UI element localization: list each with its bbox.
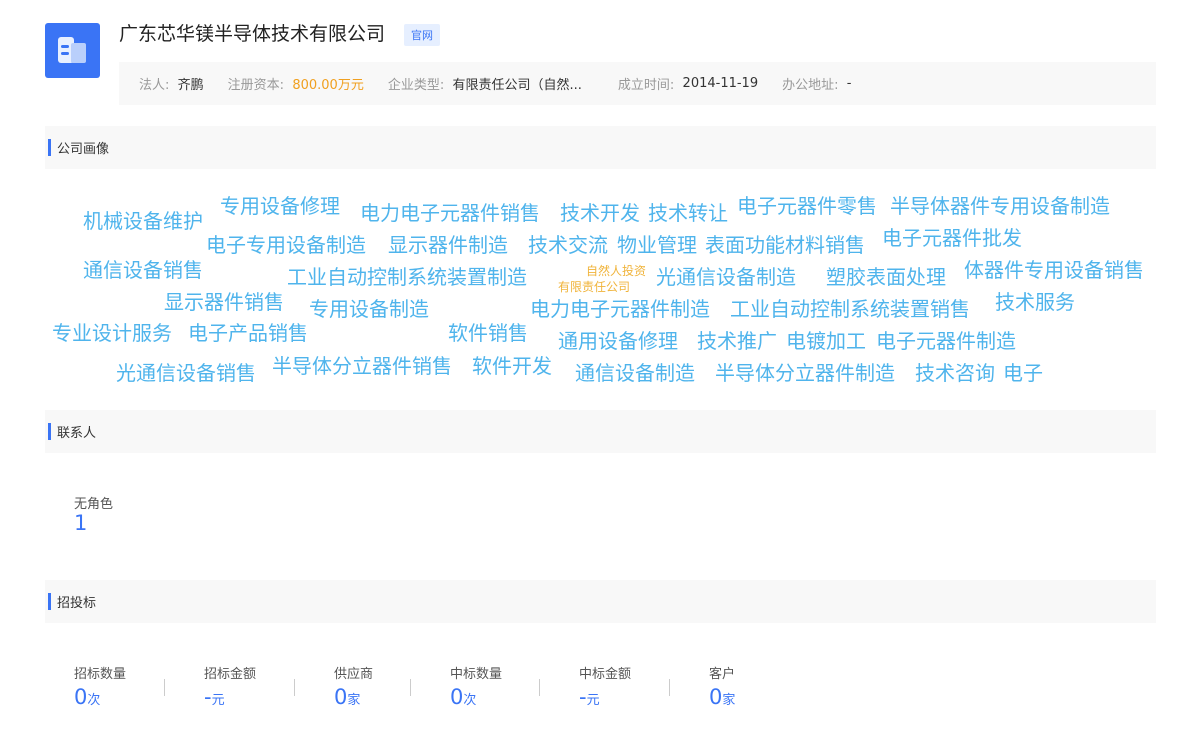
word-cloud-tag[interactable]: 软件开发 [472, 356, 552, 376]
stat-unit: 次 [463, 693, 477, 708]
word-cloud-tag[interactable]: 软件销售 [448, 323, 528, 343]
section-accent [48, 423, 51, 440]
word-cloud-tag[interactable]: 专用设备制造 [309, 299, 429, 319]
word-cloud-tag[interactable]: 专业设计服务 [52, 323, 172, 343]
stat-label: 招标金额 [204, 667, 257, 682]
bidding-stats: 招标数量 0次 招标金额 -元 供应商 0家 中标数量 0次 中标金额 -元 客… [74, 663, 1074, 713]
stat-suppliers[interactable]: 供应商 0家 [334, 663, 373, 709]
stat-divider [164, 679, 165, 696]
word-cloud-tag[interactable]: 自然人投资 [586, 265, 646, 277]
stat-divider [669, 679, 670, 696]
contact-role-count[interactable]: 1 [74, 511, 87, 535]
stat-value: 0 [709, 685, 723, 709]
word-cloud-tag[interactable]: 表面功能材料销售 [705, 235, 865, 255]
capital-label: 注册资本: [227, 78, 285, 93]
stat-bid-count[interactable]: 招标数量 0次 [74, 663, 126, 709]
founded-label: 成立时间: [617, 78, 675, 93]
word-cloud-tag[interactable]: 工业自动控制系统装置制造 [287, 267, 527, 287]
word-cloud-tag[interactable]: 光通信设备销售 [116, 363, 256, 383]
stat-label: 供应商 [334, 667, 374, 682]
word-cloud-tag[interactable]: 技术服务 [995, 292, 1075, 312]
company-header: 广东芯华镁半导体技术有限公司 官网 法人: 齐鹏 注册资本: 800.00万元 … [45, 18, 1156, 108]
section-bidding: 招投标 [45, 580, 1156, 623]
section-title: 联系人 [57, 426, 97, 441]
company-type-value: 有限责任公司（自然... [452, 78, 582, 93]
word-cloud-tag[interactable]: 技术推广 [697, 331, 777, 351]
word-cloud-tag[interactable]: 电镀加工 [786, 331, 866, 351]
stat-unit: 家 [722, 693, 736, 708]
stat-win-amount[interactable]: 中标金额 -元 [579, 663, 631, 709]
word-cloud-tag[interactable]: 工业自动控制系统装置销售 [730, 299, 970, 319]
word-cloud-tag[interactable]: 半导体分立器件制造 [715, 363, 895, 383]
contact-role-label: 无角色 [74, 497, 114, 512]
word-cloud-tag[interactable]: 电子元器件制造 [876, 331, 1016, 351]
word-cloud-tag[interactable]: 物业管理 [617, 235, 697, 255]
stat-label: 客户 [709, 667, 736, 682]
company-info-bar: 法人: 齐鹏 注册资本: 800.00万元 企业类型: 有限责任公司（自然...… [119, 62, 1156, 105]
word-cloud-tag[interactable]: 电子专用设备制造 [206, 235, 366, 255]
stat-value: 0 [74, 685, 88, 709]
word-cloud-tag[interactable]: 显示器件销售 [164, 292, 284, 312]
word-cloud-tag[interactable]: 技术交流 [528, 235, 608, 255]
word-cloud-tag[interactable]: 通信设备制造 [575, 363, 695, 383]
stat-bid-amount[interactable]: 招标金额 -元 [204, 663, 256, 709]
word-cloud-tag[interactable]: 通用设备修理 [558, 331, 678, 351]
word-cloud-tag[interactable]: 电子元器件批发 [882, 228, 1022, 248]
stat-label: 招标数量 [74, 667, 127, 682]
section-accent [48, 139, 51, 156]
word-cloud-tag[interactable]: 机械设备维护 [83, 211, 203, 231]
word-cloud-tag[interactable]: 技术开发 [560, 203, 640, 223]
word-cloud-tag[interactable]: 电子产品销售 [188, 323, 308, 343]
word-cloud-tag[interactable]: 半导体分立器件销售 [272, 356, 452, 376]
capital-value: 800.00万元 [292, 78, 364, 93]
stat-unit: 元 [211, 693, 225, 708]
company-name: 广东芯华镁半导体技术有限公司 [119, 23, 386, 45]
word-cloud-tag[interactable]: 体器件专用设备销售 [964, 260, 1144, 280]
stat-divider [539, 679, 540, 696]
word-cloud-tag[interactable]: 塑胶表面处理 [826, 267, 946, 287]
word-cloud-tag[interactable]: 电力电子元器件销售 [360, 203, 540, 223]
word-cloud-tag[interactable]: 通信设备销售 [83, 260, 203, 280]
word-cloud-tag[interactable]: 光通信设备制造 [656, 267, 796, 287]
word-cloud-tag[interactable]: 技术咨询 [915, 363, 995, 383]
stat-divider [294, 679, 295, 696]
section-title: 公司画像 [57, 142, 110, 157]
section-title: 招投标 [57, 596, 97, 611]
word-cloud-tag[interactable]: 技术转让 [648, 203, 728, 223]
company-logo-icon [45, 23, 100, 78]
stat-label: 中标金额 [579, 667, 632, 682]
stat-value: - [204, 685, 212, 709]
word-cloud: 机械设备维护 专用设备修理 电力电子元器件销售 技术开发 技术转让 电子元器件零… [0, 0, 1200, 752]
address-label: 办公地址: [782, 78, 839, 93]
stat-unit: 家 [347, 693, 361, 708]
stat-value: 0 [450, 685, 464, 709]
word-cloud-tag[interactable]: 半导体器件专用设备制造 [890, 196, 1110, 216]
section-contacts: 联系人 [45, 410, 1156, 453]
stat-divider [410, 679, 411, 696]
stat-value: 0 [334, 685, 348, 709]
word-cloud-tag[interactable]: 电力电子元器件制造 [530, 299, 710, 319]
stat-customers[interactable]: 客户 0家 [709, 663, 735, 709]
address-value: - [846, 76, 852, 91]
founded-value: 2014-11-19 [682, 76, 759, 91]
word-cloud-tag[interactable]: 电子 [1003, 363, 1043, 383]
section-accent [48, 593, 51, 610]
stat-unit: 次 [87, 693, 101, 708]
official-site-link[interactable]: 官网 [404, 24, 440, 46]
word-cloud-tag[interactable]: 有限责任公司 [558, 281, 630, 293]
word-cloud-tag[interactable]: 专用设备修理 [220, 196, 340, 216]
stat-unit: 元 [586, 693, 600, 708]
section-profile: 公司画像 [45, 126, 1156, 169]
stat-label: 中标数量 [450, 667, 503, 682]
word-cloud-tag[interactable]: 显示器件制造 [388, 235, 508, 255]
stat-value: - [579, 685, 587, 709]
word-cloud-tag[interactable]: 电子元器件零售 [737, 196, 877, 216]
stat-win-count[interactable]: 中标数量 0次 [450, 663, 502, 709]
legal-rep-label: 法人: [139, 78, 170, 93]
company-type-label: 企业类型: [387, 78, 445, 93]
legal-rep-value[interactable]: 齐鹏 [178, 74, 204, 93]
